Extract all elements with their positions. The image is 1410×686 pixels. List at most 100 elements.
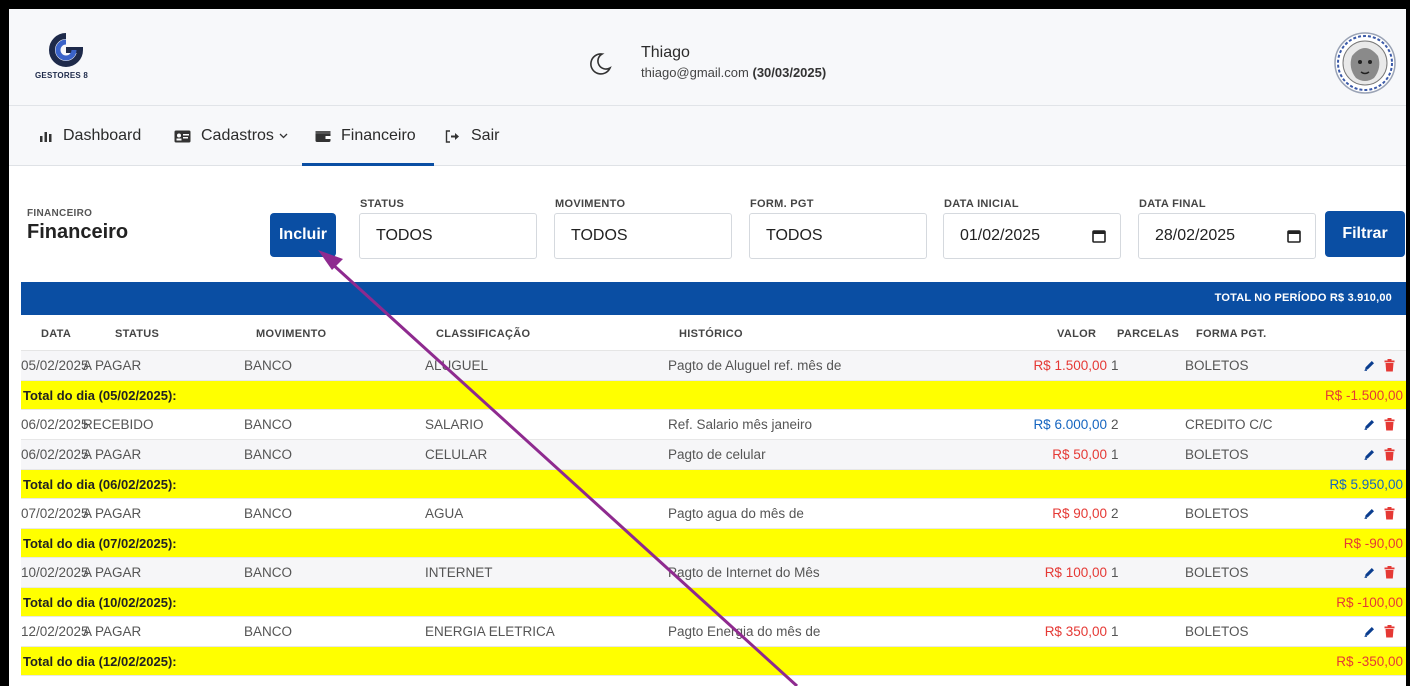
table-row: 06/02/2025 A PAGAR BANCO CELULAR Pagto de ce… xyxy=(21,440,1406,470)
nav-financeiro[interactable]: Financeiro xyxy=(315,106,416,166)
trash-icon[interactable] xyxy=(1384,625,1395,638)
cell-movimento: BANCO xyxy=(244,358,293,373)
sign-out-icon xyxy=(445,129,461,143)
nav-financeiro-label: Financeiro xyxy=(341,127,416,144)
day-total-row: Total do dia (05/02/2025): R$ -1.500,00 xyxy=(21,381,1406,410)
nav-dashboard[interactable]: Dashboard xyxy=(39,106,141,166)
incluir-button[interactable]: Incluir xyxy=(270,213,336,257)
cell-parcelas: 2 xyxy=(1111,417,1119,432)
cell-movimento: BANCO xyxy=(244,417,293,432)
pencil-icon[interactable] xyxy=(1363,418,1376,431)
cell-historico: Pagto de Internet do Mês xyxy=(668,565,820,580)
trash-icon[interactable] xyxy=(1384,359,1395,372)
day-total-label: Total do dia (12/02/2025): xyxy=(23,654,177,669)
trash-icon[interactable] xyxy=(1384,448,1395,461)
nav-active-indicator xyxy=(302,163,434,166)
calendar-icon[interactable] xyxy=(1092,229,1106,243)
cell-status: A PAGAR xyxy=(83,358,142,373)
nav-sair-label: Sair xyxy=(471,127,500,144)
page-title: Financeiro xyxy=(27,221,129,243)
row-actions xyxy=(1363,359,1395,372)
cell-forma: CREDITO C/C xyxy=(1185,417,1273,432)
data-inicial-value: 01/02/2025 xyxy=(960,227,1041,244)
trash-icon[interactable] xyxy=(1384,566,1395,579)
id-card-icon xyxy=(174,130,191,143)
user-email-line: thiago@gmail.com (30/03/2025) xyxy=(641,65,826,80)
pencil-icon[interactable] xyxy=(1363,448,1376,461)
cell-valor: R$ 1.500,00 xyxy=(1033,358,1107,373)
status-filter-label: STATUS xyxy=(360,198,405,210)
cell-valor: R$ 90,00 xyxy=(1052,506,1107,521)
day-total-label: Total do dia (07/02/2025): xyxy=(23,536,177,551)
cell-valor: R$ 100,00 xyxy=(1044,565,1107,580)
cell-forma: BOLETOS xyxy=(1185,447,1249,462)
pencil-icon[interactable] xyxy=(1363,566,1376,579)
wallet-icon xyxy=(315,130,331,143)
day-total-label: Total do dia (10/02/2025): xyxy=(23,595,177,610)
section-label: FINANCEIRO xyxy=(27,208,93,219)
trash-icon[interactable] xyxy=(1384,418,1395,431)
pencil-icon[interactable] xyxy=(1363,507,1376,520)
movimento-select[interactable]: TODOS xyxy=(554,213,732,259)
data-inicial-label: DATA INICIAL xyxy=(944,198,1019,210)
status-select[interactable]: TODOS xyxy=(359,213,537,259)
filtrar-button[interactable]: Filtrar xyxy=(1325,211,1405,257)
cell-valor: R$ 50,00 xyxy=(1052,447,1107,462)
nav-cadastros[interactable]: Cadastros xyxy=(174,106,288,166)
day-total-value: R$ -100,00 xyxy=(1336,595,1403,610)
cell-data: 10/02/2025 xyxy=(21,565,89,580)
table-body: 05/02/2025 A PAGAR BANCO ALUGUEL Pagto de Al… xyxy=(21,351,1406,676)
cell-movimento: BANCO xyxy=(244,624,293,639)
logo-icon xyxy=(49,33,83,67)
day-total-value: R$ 5.950,00 xyxy=(1329,477,1403,492)
day-total-label: Total do dia (06/02/2025): xyxy=(23,477,177,492)
calendar-icon[interactable] xyxy=(1287,229,1301,243)
day-total-row: Total do dia (12/02/2025): R$ -350,00 xyxy=(21,647,1406,676)
cell-data: 06/02/2025 xyxy=(21,417,89,432)
pencil-icon[interactable] xyxy=(1363,359,1376,372)
cell-classificacao: ENERGIA ELETRICA xyxy=(425,624,555,639)
row-actions xyxy=(1363,566,1395,579)
pencil-icon[interactable] xyxy=(1363,625,1376,638)
cell-parcelas: 1 xyxy=(1111,447,1119,462)
day-total-value: R$ -90,00 xyxy=(1343,536,1403,551)
nav-dashboard-label: Dashboard xyxy=(63,127,142,144)
cell-data: 05/02/2025 xyxy=(21,358,89,373)
cell-forma: BOLETOS xyxy=(1185,506,1249,521)
app-logo[interactable]: GESTORES 8 xyxy=(35,33,105,93)
data-inicial-input[interactable]: 01/02/2025 xyxy=(943,213,1121,259)
day-total-value: R$ -350,00 xyxy=(1336,654,1403,669)
cell-parcelas: 1 xyxy=(1111,358,1119,373)
cell-historico: Pagto de celular xyxy=(668,447,766,462)
day-total-row: Total do dia (06/02/2025): R$ 5.950,00 xyxy=(21,470,1406,499)
cell-movimento: BANCO xyxy=(244,447,293,462)
data-final-value: 28/02/2025 xyxy=(1155,227,1236,244)
cell-classificacao: CELULAR xyxy=(425,447,488,462)
day-total-label: Total do dia (05/02/2025): xyxy=(23,388,177,403)
cell-data: 07/02/2025 xyxy=(21,506,89,521)
formpgt-select[interactable]: TODOS xyxy=(749,213,927,259)
col-movimento: MOVIMENTO xyxy=(256,328,327,340)
cell-status: A PAGAR xyxy=(83,447,142,462)
row-actions xyxy=(1363,418,1395,431)
cell-classificacao: ALUGUEL xyxy=(425,358,489,373)
total-period: TOTAL NO PERÍODO R$ 3.910,00 xyxy=(1214,292,1392,304)
moon-icon[interactable] xyxy=(587,51,613,77)
col-data: DATA xyxy=(41,328,72,340)
trash-icon[interactable] xyxy=(1384,507,1395,520)
table-row: 10/02/2025 A PAGAR BANCO INTERNET Pagto de I… xyxy=(21,558,1406,588)
logo-text: GESTORES 8 xyxy=(35,71,88,80)
cell-status: A PAGAR xyxy=(83,624,142,639)
organization-badge-icon xyxy=(1334,32,1396,94)
cell-classificacao: INTERNET xyxy=(425,565,493,580)
top-header: GESTORES 8 Thiago thiago@gmail.com (30/0… xyxy=(9,9,1406,106)
day-total-value: R$ -1.500,00 xyxy=(1324,388,1403,403)
cell-status: A PAGAR xyxy=(83,565,142,580)
cell-historico: Ref. Salario mês janeiro xyxy=(668,417,813,432)
cell-classificacao: SALARIO xyxy=(425,417,484,432)
formpgt-filter-label: FORM. PGT xyxy=(750,198,814,210)
nav-sair[interactable]: Sair xyxy=(445,106,499,166)
row-actions xyxy=(1363,625,1395,638)
data-final-label: DATA FINAL xyxy=(1139,198,1206,210)
data-final-input[interactable]: 28/02/2025 xyxy=(1138,213,1316,259)
